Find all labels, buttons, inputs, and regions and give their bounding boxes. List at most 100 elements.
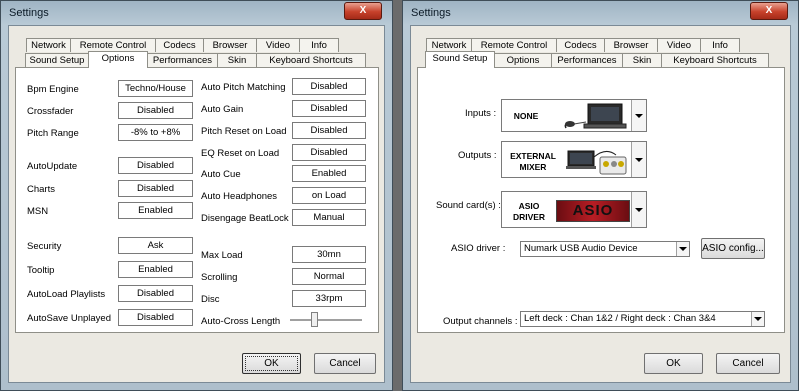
tab-skin[interactable]: Skin (622, 53, 662, 67)
settings-window-sound-setup: Settings X Network Remote Control Codecs… (402, 0, 799, 391)
tab-sound-setup[interactable]: Sound Setup (25, 53, 89, 67)
tab-browser[interactable]: Browser (203, 38, 257, 52)
option-label-bpm-engine: Bpm Engine (27, 84, 79, 95)
auto-cross-length-slider[interactable] (311, 312, 319, 327)
chevron-down-icon (635, 207, 643, 212)
option-label-auto-headphones: Auto Headphones (201, 191, 278, 202)
option-max-load[interactable]: 30mn (292, 246, 366, 263)
settings-window-options: Settings X Network Remote Control Codecs… (0, 0, 393, 391)
output-channels-value: Left deck : Chan 1&2 / Right deck : Chan… (524, 313, 716, 324)
option-autoupdate[interactable]: Disabled (118, 157, 193, 174)
option-eq-reset-on-load[interactable]: Disabled (292, 144, 366, 161)
output-channels-label: Output channels : (443, 316, 518, 327)
title-bar[interactable]: Settings X (1, 1, 392, 25)
ok-button[interactable]: OK (242, 353, 301, 374)
tab-options[interactable]: Options (88, 51, 148, 68)
chevron-down-icon (679, 247, 687, 251)
sound-card-selector[interactable]: ASIO DRIVER ASIO (501, 191, 647, 228)
ok-button[interactable]: OK (644, 353, 703, 374)
option-label-auto-pitch-matching: Auto Pitch Matching (201, 82, 286, 93)
option-bpm-engine[interactable]: Techno/House (118, 80, 193, 97)
option-auto-pitch-matching[interactable]: Disabled (292, 78, 366, 95)
outputs-value-line2: MIXER (519, 162, 547, 172)
option-crossfader[interactable]: Disabled (118, 102, 193, 119)
title-bar[interactable]: Settings X (403, 1, 798, 25)
option-label-tooltip: Tooltip (27, 265, 55, 276)
option-security[interactable]: Ask (118, 237, 193, 254)
option-label-pitch-reset-on-load: Pitch Reset on Load (201, 126, 287, 137)
inputs-label: Inputs : (465, 108, 497, 119)
option-label-max-load: Max Load (201, 250, 243, 261)
cancel-button[interactable]: Cancel (716, 353, 780, 374)
tab-network[interactable]: Network (426, 38, 472, 52)
asio-driver-value: Numark USB Audio Device (524, 243, 638, 254)
option-scrolling[interactable]: Normal (292, 268, 366, 285)
option-label-scrolling: Scrolling (201, 272, 238, 283)
option-label-pitch-range: Pitch Range (27, 128, 79, 139)
option-auto-headphones[interactable]: on Load (292, 187, 366, 204)
option-charts[interactable]: Disabled (118, 180, 193, 197)
option-pitch-reset-on-load[interactable]: Disabled (292, 122, 366, 139)
tab-info[interactable]: Info (299, 38, 339, 52)
tab-remote-control[interactable]: Remote Control (70, 38, 156, 52)
tab-video[interactable]: Video (256, 38, 300, 52)
tab-codecs[interactable]: Codecs (155, 38, 204, 52)
option-auto-gain[interactable]: Disabled (292, 100, 366, 117)
window-title: Settings (9, 7, 49, 19)
option-disc[interactable]: 33rpm (292, 290, 366, 307)
outputs-value-line1: EXTERNAL (510, 151, 556, 161)
asio-config-button[interactable]: ASIO config... (701, 238, 765, 259)
option-label-eq-reset-on-load: EQ Reset on Load (201, 148, 280, 159)
option-label-auto-cue: Auto Cue (201, 169, 241, 180)
sound-card-dropdown-arrow[interactable] (631, 192, 646, 227)
outputs-selector[interactable]: EXTERNAL MIXER (501, 141, 647, 178)
option-label-autosave-unplayed: AutoSave Unplayed (27, 313, 111, 324)
tab-skin[interactable]: Skin (217, 53, 257, 67)
tab-options[interactable]: Options (494, 53, 552, 67)
option-label-auto-gain: Auto Gain (201, 104, 244, 115)
option-pitch-range[interactable]: -8% to +8% (118, 124, 193, 141)
chevron-down-icon (635, 157, 643, 162)
inputs-selector[interactable]: NONE (501, 99, 647, 132)
tab-network[interactable]: Network (26, 38, 71, 52)
option-autosave-unplayed[interactable]: Disabled (118, 309, 193, 326)
option-autoload-playlists[interactable]: Disabled (118, 285, 193, 302)
tab-codecs[interactable]: Codecs (556, 38, 605, 52)
tab-remote-control[interactable]: Remote Control (471, 38, 557, 52)
chevron-down-icon (754, 317, 762, 321)
window-title: Settings (411, 7, 451, 19)
close-button[interactable]: X (344, 2, 382, 20)
option-disengage-beatlock[interactable]: Manual (292, 209, 366, 226)
tab-sound-setup[interactable]: Sound Setup (425, 51, 495, 68)
option-label-autoload-playlists: AutoLoad Playlists (27, 289, 106, 300)
auto-cross-length-label: Auto-Cross Length (201, 316, 281, 327)
asio-driver-label: ASIO driver : (451, 243, 506, 254)
tab-browser[interactable]: Browser (604, 38, 658, 52)
option-label-crossfader: Crossfader (27, 106, 74, 117)
tab-video[interactable]: Video (657, 38, 701, 52)
option-label-msn: MSN (27, 206, 49, 217)
sound-card-label: Sound card(s) : (436, 200, 501, 211)
tab-performances[interactable]: Performances (147, 53, 218, 67)
close-button[interactable]: X (750, 2, 788, 20)
tab-keyboard-shortcuts[interactable]: Keyboard Shortcuts (256, 53, 366, 67)
inputs-dropdown-arrow[interactable] (631, 100, 646, 131)
tab-info[interactable]: Info (700, 38, 740, 52)
asio-driver-dropdown-arrow[interactable] (676, 242, 689, 256)
option-label-disengage-beatlock: Disengage BeatLock (201, 213, 289, 224)
asio-logo: ASIO (556, 200, 630, 222)
outputs-dropdown-arrow[interactable] (631, 142, 646, 177)
option-label-charts: Charts (27, 184, 55, 195)
output-channels-dropdown-arrow[interactable] (751, 312, 764, 326)
outputs-label: Outputs : (458, 150, 497, 161)
tab-performances[interactable]: Performances (551, 53, 623, 67)
output-channels-select[interactable]: Left deck : Chan 1&2 / Right deck : Chan… (520, 311, 765, 327)
option-label-autoupdate: AutoUpdate (27, 161, 78, 172)
tab-keyboard-shortcuts[interactable]: Keyboard Shortcuts (661, 53, 769, 67)
cancel-button[interactable]: Cancel (314, 353, 376, 374)
inputs-value: NONE (513, 111, 539, 121)
asio-driver-select[interactable]: Numark USB Audio Device (520, 241, 690, 257)
option-msn[interactable]: Enabled (118, 202, 193, 219)
option-tooltip[interactable]: Enabled (118, 261, 193, 278)
option-auto-cue[interactable]: Enabled (292, 165, 366, 182)
